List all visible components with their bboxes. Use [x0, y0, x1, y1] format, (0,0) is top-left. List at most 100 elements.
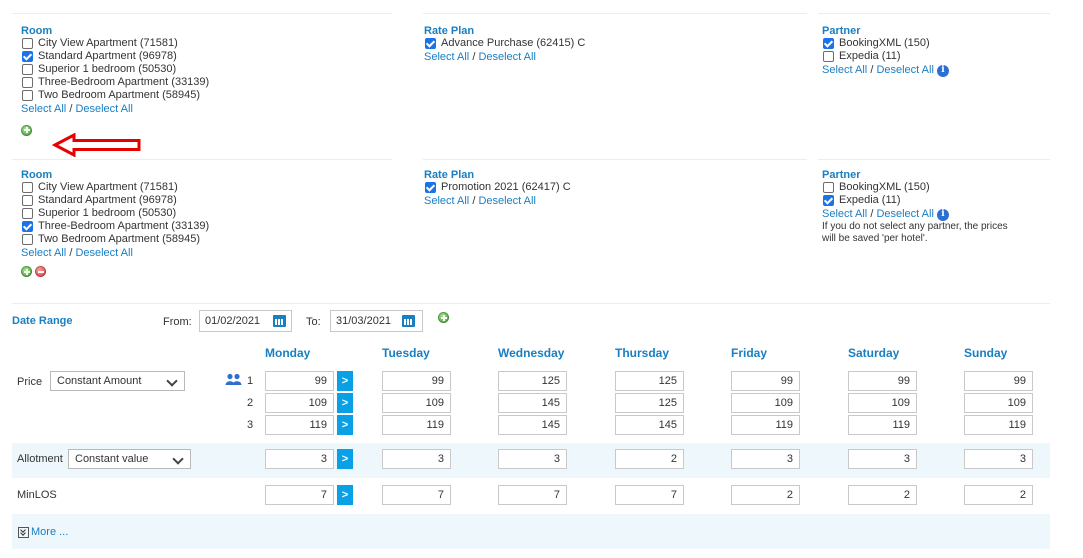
- calendar-icon[interactable]: [402, 315, 415, 327]
- price-input[interactable]: 109: [265, 393, 334, 413]
- allotment-input[interactable]: 3: [731, 449, 800, 469]
- deselect-all-link[interactable]: Deselect All: [876, 208, 933, 221]
- minlos-input[interactable]: 2: [848, 485, 917, 505]
- checkbox-item[interactable]: BookingXML (150): [822, 37, 949, 50]
- select-all-link[interactable]: Select All: [822, 64, 867, 77]
- price-input[interactable]: 119: [731, 415, 800, 435]
- price-input[interactable]: 99: [265, 371, 334, 391]
- minlos-input[interactable]: 7: [498, 485, 567, 505]
- select-all-link[interactable]: Select All: [21, 103, 66, 116]
- price-input[interactable]: 145: [498, 415, 567, 435]
- checkbox-item[interactable]: Two Bedroom Apartment (58945): [21, 233, 209, 246]
- price-input[interactable]: 145: [498, 393, 567, 413]
- checkbox-checked[interactable]: [425, 182, 436, 193]
- checkbox-unchecked[interactable]: [823, 182, 834, 193]
- select-links: Select All / Deselect All: [21, 247, 209, 260]
- price-input[interactable]: 99: [848, 371, 917, 391]
- checkbox-unchecked[interactable]: [22, 195, 33, 206]
- select-all-link[interactable]: Select All: [822, 208, 867, 221]
- allotment-mode-select[interactable]: Constant value: [68, 449, 191, 469]
- info-icon[interactable]: i: [936, 208, 949, 221]
- checkbox-unchecked[interactable]: [22, 234, 33, 245]
- price-input[interactable]: 119: [382, 415, 451, 435]
- allotment-input[interactable]: 3: [382, 449, 451, 469]
- checkbox-unchecked[interactable]: [22, 208, 33, 219]
- more-toggle[interactable]: More ...: [18, 526, 68, 538]
- price-mode-select[interactable]: Constant Amount: [50, 371, 185, 391]
- checkbox-item[interactable]: Three-Bedroom Apartment (33139): [21, 220, 209, 233]
- allotment-input[interactable]: 3: [498, 449, 567, 469]
- checkbox-item[interactable]: Three-Bedroom Apartment (33139): [21, 76, 209, 89]
- checkbox-item[interactable]: Two Bedroom Apartment (58945): [21, 89, 209, 102]
- checkbox-item[interactable]: Promotion 2021 (62417) C: [424, 181, 571, 194]
- price-input[interactable]: 99: [731, 371, 800, 391]
- price-input[interactable]: 119: [848, 415, 917, 435]
- add-date-range-icon[interactable]: [438, 312, 449, 323]
- deselect-all-link[interactable]: Deselect All: [876, 64, 933, 77]
- checkbox-checked[interactable]: [823, 195, 834, 206]
- minlos-input[interactable]: 2: [964, 485, 1033, 505]
- checkbox-item[interactable]: Advance Purchase (62415) C: [424, 37, 585, 50]
- calendar-icon[interactable]: [273, 315, 286, 327]
- add-row-icon[interactable]: [21, 124, 32, 136]
- minlos-input[interactable]: 7: [615, 485, 684, 505]
- deselect-all-link[interactable]: Deselect All: [75, 247, 132, 260]
- minlos-input[interactable]: 7: [382, 485, 451, 505]
- checkbox-item[interactable]: Superior 1 bedroom (50530): [21, 63, 209, 76]
- apply-to-week-button[interactable]: >: [337, 371, 353, 391]
- day-header-thursday: Thursday: [615, 346, 670, 360]
- allotment-input[interactable]: 3: [964, 449, 1033, 469]
- select-all-link[interactable]: Select All: [21, 247, 66, 260]
- price-input[interactable]: 99: [382, 371, 451, 391]
- partner-title: Partner: [822, 25, 861, 37]
- allotment-input[interactable]: 3: [265, 449, 334, 469]
- price-input[interactable]: 125: [615, 393, 684, 413]
- checkbox-unchecked[interactable]: [22, 90, 33, 101]
- apply-to-week-button[interactable]: >: [337, 415, 353, 435]
- price-input[interactable]: 125: [615, 371, 684, 391]
- price-input[interactable]: 109: [964, 393, 1033, 413]
- checkbox-item[interactable]: City View Apartment (71581): [21, 181, 209, 194]
- checkbox-checked[interactable]: [22, 221, 33, 232]
- checkbox-item[interactable]: BookingXML (150): [822, 181, 1008, 194]
- allotment-input[interactable]: 2: [615, 449, 684, 469]
- checkbox-item[interactable]: Expedia (11): [822, 194, 1008, 207]
- checkbox-unchecked[interactable]: [22, 77, 33, 88]
- apply-to-week-button[interactable]: >: [337, 485, 353, 505]
- remove-row-icon[interactable]: [35, 266, 46, 277]
- checkbox-unchecked[interactable]: [823, 51, 834, 62]
- deselect-all-link[interactable]: Deselect All: [478, 195, 535, 208]
- allotment-label: Allotment: [17, 453, 63, 465]
- info-icon[interactable]: i: [936, 64, 949, 77]
- price-input[interactable]: 125: [498, 371, 567, 391]
- checkbox-item[interactable]: Superior 1 bedroom (50530): [21, 207, 209, 220]
- apply-to-week-button[interactable]: >: [337, 449, 353, 469]
- checkbox-checked[interactable]: [425, 38, 436, 49]
- checkbox-unchecked[interactable]: [22, 64, 33, 75]
- add-row-icon[interactable]: [21, 266, 32, 277]
- price-input[interactable]: 109: [848, 393, 917, 413]
- minlos-input[interactable]: 7: [265, 485, 334, 505]
- block2-rate-plan-section: Rate Plan Promotion 2021 (62417) C Selec…: [424, 169, 571, 208]
- price-input[interactable]: 99: [964, 371, 1033, 391]
- checkbox-checked[interactable]: [22, 51, 33, 62]
- select-all-link[interactable]: Select All: [424, 51, 469, 64]
- minlos-input[interactable]: 2: [731, 485, 800, 505]
- price-input[interactable]: 119: [964, 415, 1033, 435]
- checkbox-item[interactable]: Expedia (11): [822, 50, 949, 63]
- allotment-input[interactable]: 3: [848, 449, 917, 469]
- checkbox-unchecked[interactable]: [22, 38, 33, 49]
- checkbox-item[interactable]: Standard Apartment (96978): [21, 194, 209, 207]
- price-input[interactable]: 145: [615, 415, 684, 435]
- price-input[interactable]: 109: [731, 393, 800, 413]
- apply-to-week-button[interactable]: >: [337, 393, 353, 413]
- deselect-all-link[interactable]: Deselect All: [75, 103, 132, 116]
- checkbox-unchecked[interactable]: [22, 182, 33, 193]
- checkbox-item[interactable]: Standard Apartment (96978): [21, 50, 209, 63]
- price-input[interactable]: 119: [265, 415, 334, 435]
- price-input[interactable]: 109: [382, 393, 451, 413]
- checkbox-item[interactable]: City View Apartment (71581): [21, 37, 209, 50]
- deselect-all-link[interactable]: Deselect All: [478, 51, 535, 64]
- select-all-link[interactable]: Select All: [424, 195, 469, 208]
- checkbox-checked[interactable]: [823, 38, 834, 49]
